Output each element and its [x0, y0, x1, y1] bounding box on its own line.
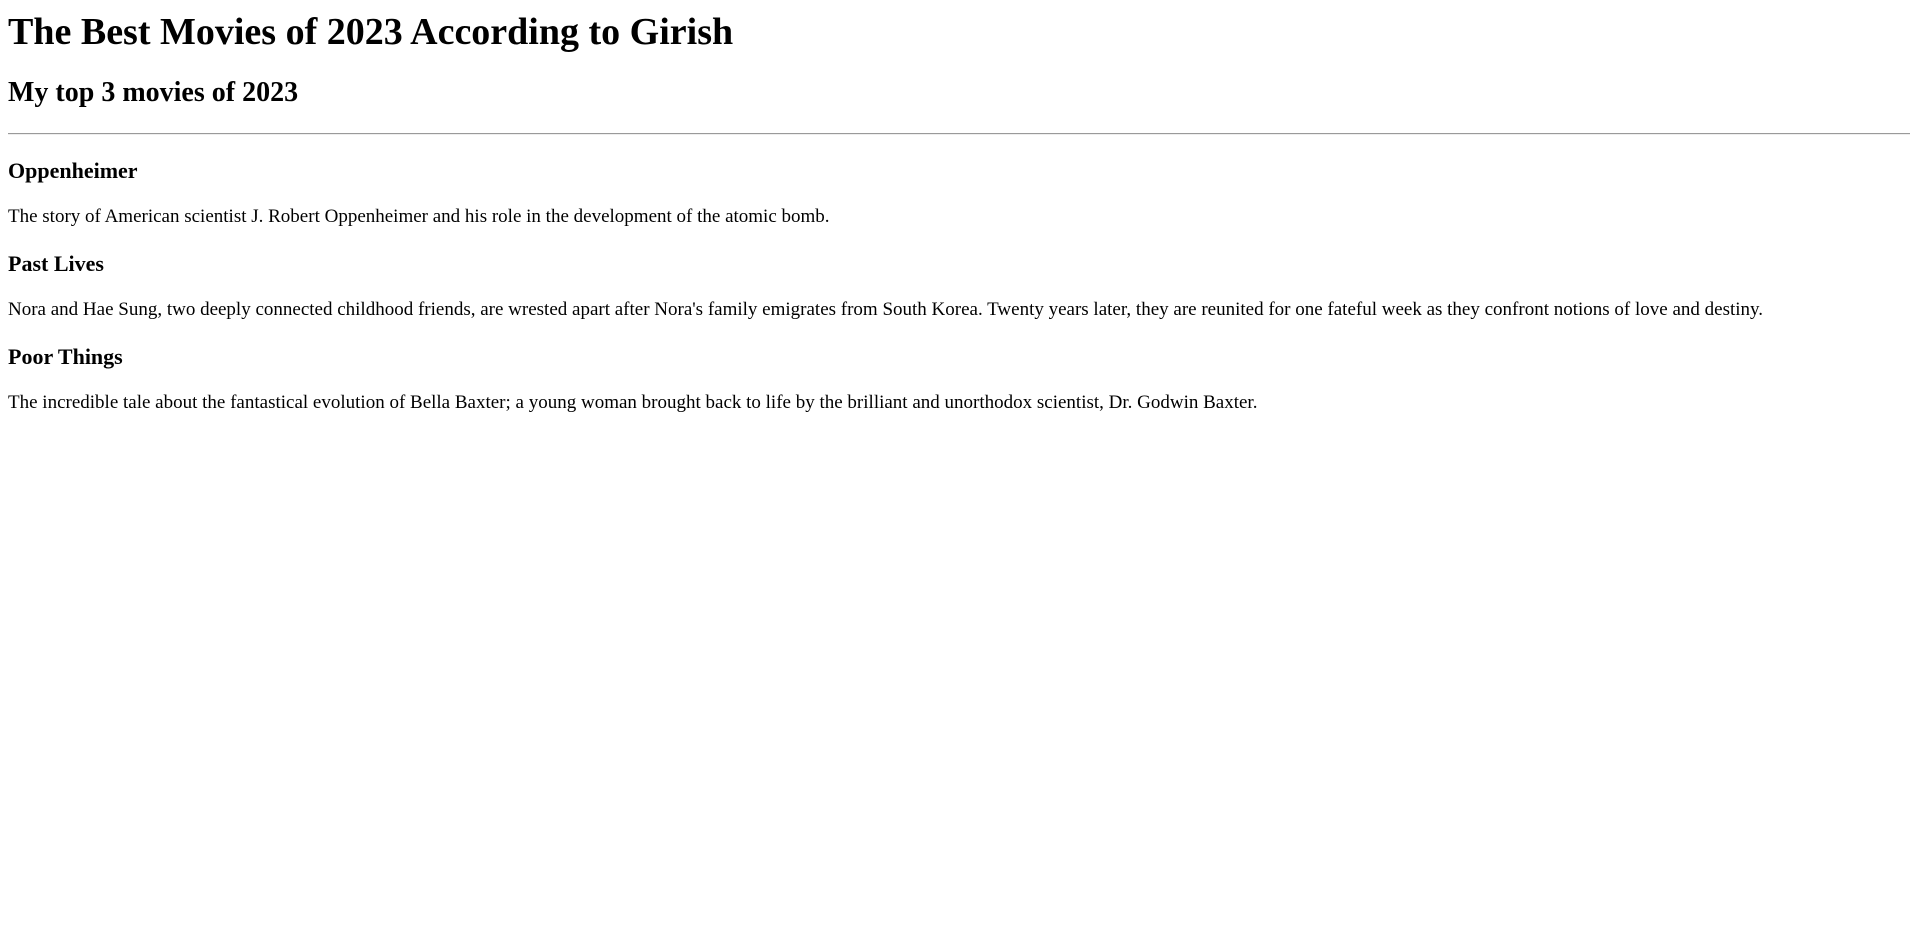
movie-title: Poor Things	[8, 344, 123, 369]
list-item: Past Lives Nora and Hae Sung, two deeply…	[8, 251, 1910, 322]
list-item: Oppenheimer The story of American scient…	[8, 158, 1910, 229]
page-content: The Best Movies of 2023 According to Gir…	[0, 0, 1918, 415]
page-subtitle: My top 3 movies of 2023	[8, 77, 299, 108]
movie-description: Nora and Hae Sung, two deeply connected …	[8, 299, 1764, 320]
movie-list: Oppenheimer The story of American scient…	[8, 158, 1910, 415]
movie-title: Oppenheimer	[8, 158, 138, 183]
list-item: Poor Things The incredible tale about th…	[8, 344, 1910, 415]
movie-description: The incredible tale about the fantastica…	[8, 392, 1258, 413]
movie-description: The story of American scientist J. Rober…	[8, 206, 830, 227]
divider	[8, 133, 1910, 135]
movie-title: Past Lives	[8, 251, 104, 276]
page-title: The Best Movies of 2023 According to Gir…	[8, 11, 734, 53]
